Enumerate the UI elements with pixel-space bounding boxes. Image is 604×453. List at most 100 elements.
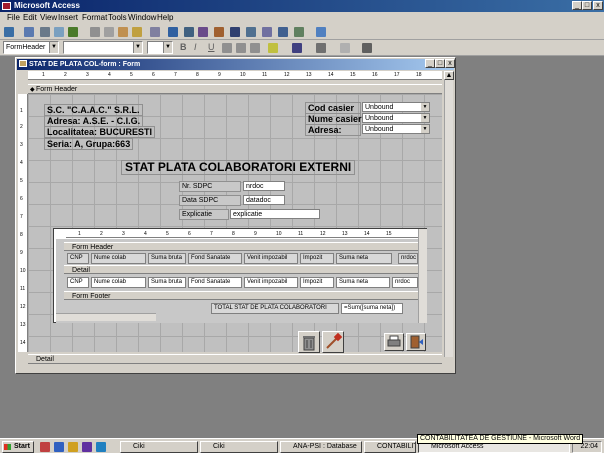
run-macro-button[interactable]	[322, 331, 344, 353]
form-maximize-button[interactable]: □	[435, 59, 445, 68]
detail-suma-bruta[interactable]: Suma bruta	[148, 277, 186, 288]
font-name-combo[interactable]: ▼	[63, 41, 143, 54]
detail-suma-neta[interactable]: Suma neta	[336, 277, 390, 288]
header-col-nume[interactable]: Nume colab	[91, 253, 146, 264]
header-col-nrdoc[interactable]: nrdoc	[398, 253, 418, 264]
italic-button[interactable]: I	[194, 42, 197, 52]
bold-button[interactable]: B	[180, 42, 187, 52]
fill-color-icon[interactable]	[268, 43, 278, 53]
font-color-icon[interactable]	[292, 43, 302, 53]
quicklaunch-icon[interactable]	[68, 442, 78, 452]
subform-header-bar[interactable]: Form Header	[64, 242, 418, 251]
form-minimize-button[interactable]: _	[425, 59, 435, 68]
database-window-icon[interactable]	[278, 27, 288, 37]
task-ciki-2[interactable]: Ciki	[200, 441, 278, 453]
form-title-bar[interactable]: STAT DE PLATA COL-form : Form	[17, 59, 454, 70]
font-size-combo[interactable]: ▼	[147, 41, 173, 54]
header-col-venit[interactable]: Venit impozabil	[244, 253, 298, 264]
field-list-icon[interactable]	[184, 27, 194, 37]
detail-fond[interactable]: Fond Sanatate	[188, 277, 242, 288]
form-header-section-bar[interactable]: Form Header	[28, 84, 442, 94]
task-ciki-1[interactable]: Ciki	[120, 441, 198, 453]
detail-nrdoc[interactable]: nrdoc	[392, 277, 418, 288]
line-width-icon[interactable]	[340, 43, 350, 53]
subform-vertical-scrollbar[interactable]	[418, 229, 427, 323]
header-col-suma-bruta[interactable]: Suma bruta	[148, 253, 186, 264]
header-col-cnp[interactable]: CNP	[67, 253, 89, 264]
detail-cnp[interactable]: CNP	[67, 277, 89, 288]
doc-explicatie-field[interactable]: explicatie	[230, 209, 320, 219]
save-icon[interactable]	[24, 27, 34, 37]
header-col-impozit[interactable]: Impozit	[300, 253, 334, 264]
menu-insert[interactable]: Insert	[58, 12, 78, 24]
toolbox-icon[interactable]	[198, 27, 208, 37]
subform-detail-bar[interactable]: Detail	[64, 265, 418, 274]
quicklaunch-icon[interactable]	[40, 442, 50, 452]
company-locality-label[interactable]: Localitatea: BUCURESTI	[44, 126, 156, 138]
help-icon[interactable]	[316, 27, 326, 37]
quicklaunch-icon[interactable]	[54, 442, 64, 452]
doc-nr-label[interactable]: Nr. SDPC	[179, 181, 241, 192]
minimize-button[interactable]: _	[572, 1, 582, 10]
delete-record-button[interactable]	[298, 331, 320, 353]
task-ana-psi-database[interactable]: ANA-PSI : Database	[280, 441, 362, 453]
access-key-icon[interactable]	[2, 2, 11, 10]
undo-icon[interactable]	[150, 27, 160, 37]
quicklaunch-icon[interactable]	[96, 442, 106, 452]
align-right-icon[interactable]	[250, 43, 260, 53]
align-center-icon[interactable]	[236, 43, 246, 53]
subform-horizontal-scrollbar[interactable]	[56, 313, 156, 321]
copy-icon[interactable]	[104, 27, 114, 37]
header-col-fond[interactable]: Fond Sanatate	[188, 253, 242, 264]
scroll-up-button[interactable]: ▲	[444, 71, 454, 80]
footer-total-label[interactable]: TOTAL STAT DE PLATA COLABORATORI	[211, 303, 339, 314]
detail-venit[interactable]: Venit impozabil	[244, 277, 298, 288]
build-icon[interactable]	[262, 27, 272, 37]
spelling-icon[interactable]	[68, 27, 78, 37]
doc-date-field[interactable]: datadoc	[243, 195, 285, 205]
cashier-address-combo[interactable]: Unbound ▼	[362, 124, 430, 134]
menu-window[interactable]: Window	[128, 12, 156, 24]
vertical-scrollbar[interactable]	[444, 80, 453, 357]
task-contabilitatea[interactable]: CONTABILITATEA D...	[364, 441, 416, 453]
line-color-icon[interactable]	[316, 43, 326, 53]
chevron-down-icon[interactable]: ▼	[163, 42, 172, 53]
detail-nume[interactable]: Nume colab	[91, 277, 146, 288]
menu-tools[interactable]: Tools	[108, 12, 127, 24]
subform-footer-bar[interactable]: Form Footer	[64, 291, 418, 300]
form-heading[interactable]: STAT PLATA COLABORATORI EXTERNI	[121, 160, 356, 175]
footer-total-field[interactable]: =Sum([suma neta])	[341, 303, 403, 314]
underline-button[interactable]: U	[208, 42, 215, 52]
menu-edit[interactable]: Edit	[23, 12, 37, 24]
chevron-down-icon[interactable]: ▼	[49, 42, 58, 53]
quicklaunch-icon[interactable]	[82, 442, 92, 452]
close-button[interactable]: x	[593, 1, 603, 10]
print-form-button[interactable]	[384, 333, 404, 351]
menu-format[interactable]: Format	[82, 12, 107, 24]
print-icon[interactable]	[40, 27, 50, 37]
doc-date-label[interactable]: Data SDPC	[179, 195, 241, 206]
menu-help[interactable]: Help	[157, 12, 173, 24]
object-combo[interactable]: FormHeader ▼	[3, 41, 59, 54]
header-col-suma-neta[interactable]: Suma neta	[336, 253, 392, 264]
form-close-button[interactable]: x	[445, 59, 455, 68]
chevron-down-icon[interactable]: ▼	[133, 42, 142, 53]
app-title-bar[interactable]: Microsoft Access	[0, 0, 604, 12]
chevron-down-icon[interactable]: ▼	[421, 103, 429, 111]
cashier-code-combo[interactable]: Unbound ▼	[362, 102, 430, 112]
autoformat-icon[interactable]	[214, 27, 224, 37]
detail-section-bar[interactable]: Detail	[28, 354, 442, 364]
cashier-name-combo[interactable]: Unbound ▼	[362, 113, 430, 123]
doc-nr-field[interactable]: nrdoc	[243, 181, 285, 191]
print-preview-icon[interactable]	[54, 27, 64, 37]
cut-icon[interactable]	[90, 27, 100, 37]
company-series-label[interactable]: Seria: A, Grupa:663	[44, 138, 134, 150]
detail-impozit[interactable]: Impozit	[300, 277, 334, 288]
cashier-address-label[interactable]: Adresa:	[305, 124, 361, 136]
menu-file[interactable]: File	[7, 12, 20, 24]
format-painter-icon[interactable]	[132, 27, 142, 37]
exit-form-button[interactable]	[406, 333, 426, 351]
view-icon[interactable]	[4, 27, 14, 37]
insert-hyperlink-icon[interactable]	[168, 27, 178, 37]
maximize-button[interactable]: □	[582, 1, 592, 10]
